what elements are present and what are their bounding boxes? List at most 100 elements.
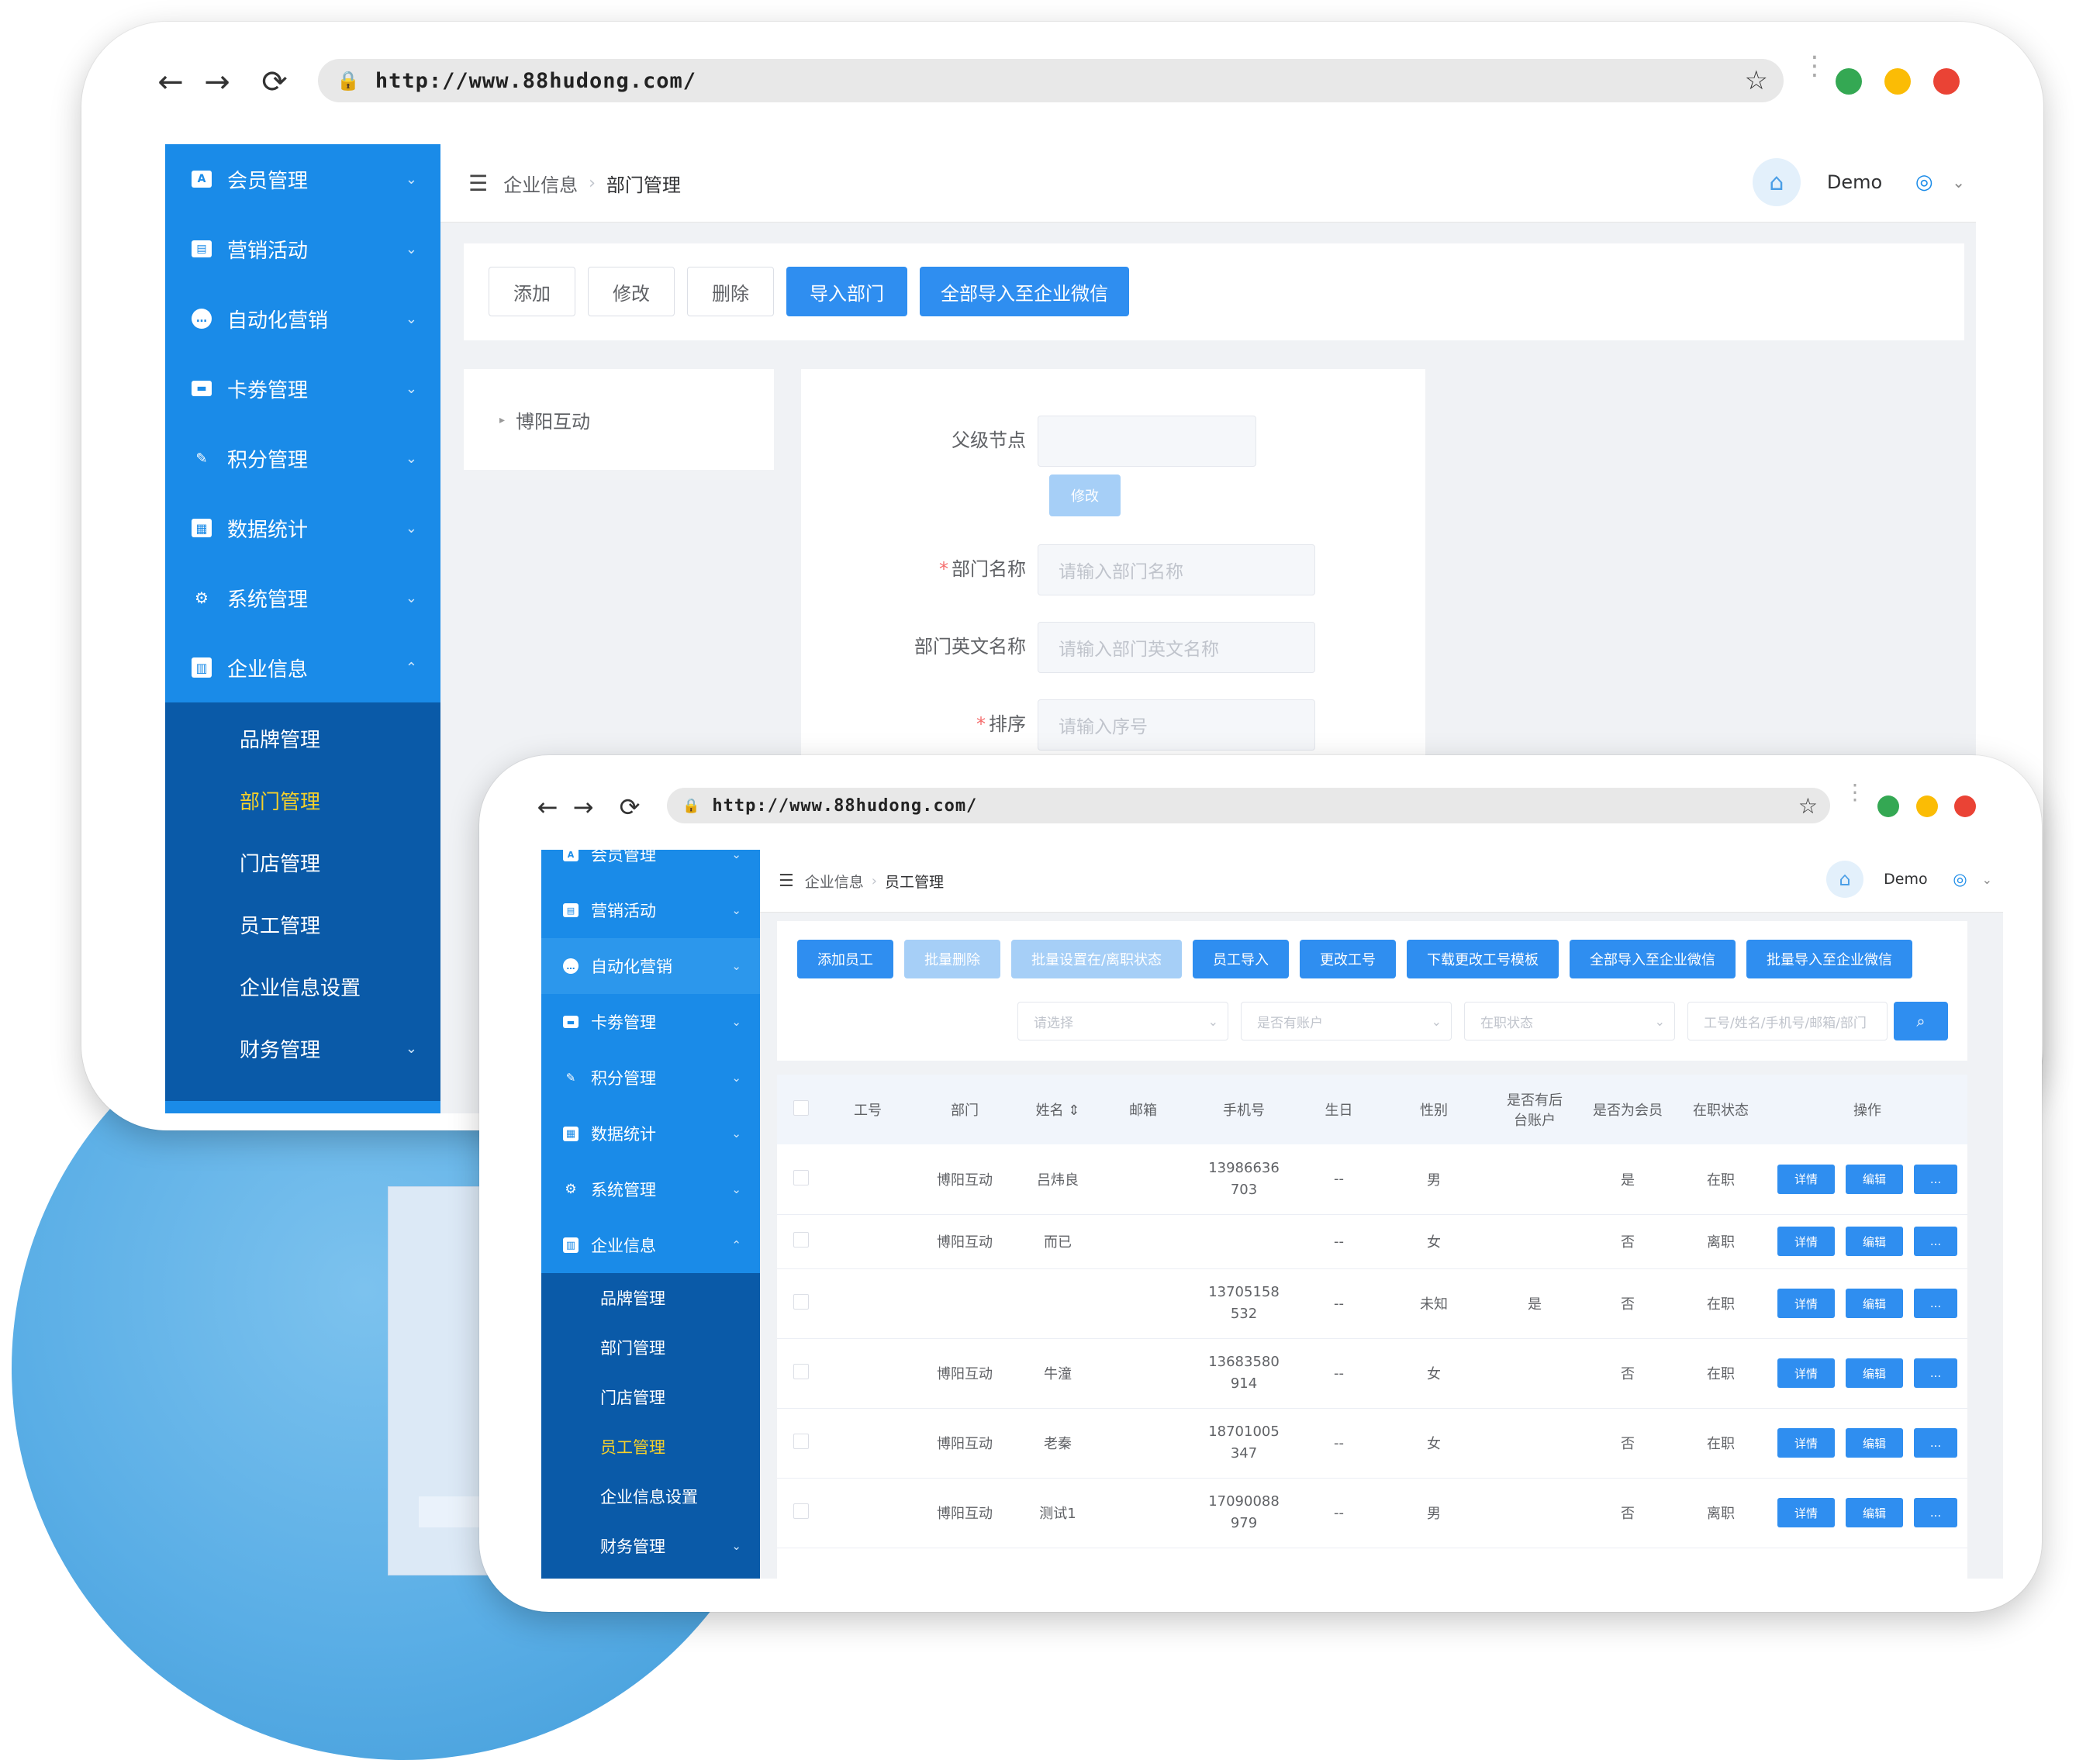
reload-icon[interactable]: ⟳ xyxy=(255,64,294,100)
detail-button[interactable]: 详情 xyxy=(1777,1358,1835,1388)
store-icon[interactable]: ⌂ xyxy=(1826,861,1864,898)
reload-icon[interactable]: ⟳ xyxy=(614,792,645,822)
sidebar-item-marketing[interactable]: ▤ 营销活动 ⌄ xyxy=(165,214,440,284)
sidebar-subitem-staff[interactable]: 员工管理 xyxy=(541,1422,760,1472)
delete-button[interactable]: 删除 xyxy=(687,267,774,316)
sidebar-subitem-dept[interactable]: 部门管理 xyxy=(165,769,440,831)
batch-import-wecom-button[interactable]: 批量导入至企业微信 xyxy=(1746,940,1912,978)
edit-button[interactable]: 编辑 xyxy=(1846,1289,1903,1318)
search-input[interactable]: 工号/姓名/手机号/邮箱/部门 xyxy=(1687,1002,1888,1040)
row-checkbox[interactable] xyxy=(793,1169,809,1185)
table-row[interactable]: 博阳互动 测试1 17090088979 -- 男 否离职 详情 编辑... xyxy=(777,1478,1967,1548)
more-menu-icon[interactable]: ⋮ xyxy=(1844,782,1866,803)
minimize-light[interactable] xyxy=(1916,795,1938,817)
row-select-cell[interactable] xyxy=(777,1338,825,1409)
batch-status-button[interactable]: 批量设置在/离职状态 xyxy=(1011,940,1182,978)
more-menu-icon[interactable]: ⋮ xyxy=(1801,53,1828,79)
status-select[interactable]: 在职状态 ⌄ xyxy=(1464,1002,1675,1040)
chevron-down-icon[interactable]: ⌄ xyxy=(1982,872,1992,887)
batch-delete-button[interactable]: 批量删除 xyxy=(904,940,1000,978)
more-button[interactable]: ... xyxy=(1914,1428,1957,1458)
row-checkbox[interactable] xyxy=(793,1232,809,1248)
detail-button[interactable]: 详情 xyxy=(1777,1498,1835,1527)
change-id-button[interactable]: 更改工号 xyxy=(1300,940,1396,978)
table-row[interactable]: 博阳互动 老秦 18701005347 -- 女 否在职 详情 编辑... xyxy=(777,1408,1967,1479)
dept-en-name-input[interactable]: 请输入部门英文名称 xyxy=(1038,622,1315,673)
row-select-cell[interactable] xyxy=(777,1144,825,1215)
has-account-select[interactable]: 是否有账户 ⌄ xyxy=(1241,1002,1452,1040)
forward-arrow-icon[interactable]: → xyxy=(198,64,237,100)
row-checkbox[interactable] xyxy=(793,1503,809,1519)
sidebar-item-stats[interactable]: ▦ 数据统计 ⌄ xyxy=(165,493,440,563)
sidebar-subitem-staff[interactable]: 员工管理 xyxy=(165,893,440,955)
edit-button[interactable]: 编辑 xyxy=(1846,1358,1903,1388)
sidebar-item-enterprise[interactable]: ▥ 企业信息 ⌃ xyxy=(541,1217,760,1273)
row-select-cell[interactable] xyxy=(777,1408,825,1479)
more-button[interactable]: ... xyxy=(1914,1498,1957,1527)
forward-arrow-icon[interactable]: → xyxy=(568,792,599,822)
breadcrumb-item[interactable]: 企业信息 xyxy=(805,871,864,892)
sidebar-item-member[interactable]: A 会员管理 ⌄ xyxy=(541,850,760,882)
table-row[interactable]: 13705158532 -- 未知是否在职 详情 编辑... xyxy=(777,1268,1967,1339)
maximize-light[interactable] xyxy=(1877,795,1899,817)
more-button[interactable]: ... xyxy=(1914,1164,1957,1194)
import-all-wecom-button[interactable]: 全部导入至企业微信 xyxy=(920,267,1129,316)
address-bar[interactable]: 🔒 http://www.88hudong.com/ ☆ xyxy=(667,788,1830,823)
sidebar-item-system[interactable]: ⚙ 系统管理 ⌄ xyxy=(165,563,440,633)
store-icon[interactable]: ⌂ xyxy=(1752,158,1801,206)
table-row[interactable]: 博阳互动 而已 -- 女 否离职 详情 编辑... xyxy=(777,1214,1967,1269)
table-row[interactable]: 博阳互动 吕炜良 13986636703 -- 男 是在职 详情 编辑... xyxy=(777,1144,1967,1215)
modify-parent-button[interactable]: 修改 xyxy=(1049,475,1121,516)
edit-button[interactable]: 编辑 xyxy=(1846,1164,1903,1194)
detail-button[interactable]: 详情 xyxy=(1777,1227,1835,1256)
sidebar-item-marketing[interactable]: ▤ 营销活动 ⌄ xyxy=(541,882,760,938)
more-button[interactable]: ... xyxy=(1914,1227,1957,1256)
sidebar-item-coupons[interactable]: ▬ 卡劵管理 ⌄ xyxy=(165,354,440,423)
bookmark-star-icon[interactable]: ☆ xyxy=(1798,793,1818,819)
sidebar-subitem-settings[interactable]: 企业信息设置 xyxy=(541,1472,760,1521)
sidebar-subitem-dept[interactable]: 部门管理 xyxy=(541,1323,760,1372)
dept-name-input[interactable]: 请输入部门名称 xyxy=(1038,544,1315,595)
edit-button[interactable]: 修改 xyxy=(588,267,675,316)
sidebar-item-points[interactable]: ✎ 积分管理 ⌄ xyxy=(165,423,440,493)
sidebar-item-stats[interactable]: ▦ 数据统计 ⌄ xyxy=(541,1106,760,1161)
sidebar-subitem-store[interactable]: 门店管理 xyxy=(165,831,440,893)
sidebar-item-points[interactable]: ✎ 积分管理 ⌄ xyxy=(541,1050,760,1106)
sidebar-subitem-settings[interactable]: 企业信息设置 xyxy=(165,955,440,1017)
detail-button[interactable]: 详情 xyxy=(1777,1428,1835,1458)
sidebar-item-system[interactable]: ⚙ 系统管理 ⌄ xyxy=(541,1161,760,1217)
minimize-light[interactable] xyxy=(1884,68,1911,95)
dept-select[interactable]: 请选择 ⌄ xyxy=(1017,1002,1228,1040)
sidebar-item-coupons[interactable]: ▬ 卡劵管理 ⌄ xyxy=(541,994,760,1050)
row-checkbox[interactable] xyxy=(793,1294,809,1310)
bookmark-star-icon[interactable]: ☆ xyxy=(1745,65,1768,96)
sidebar-subitem-brand[interactable]: 品牌管理 xyxy=(165,707,440,769)
menu-toggle-icon[interactable]: ☰ xyxy=(779,871,794,891)
download-template-button[interactable]: 下载更改工号模板 xyxy=(1407,940,1559,978)
more-button[interactable]: ... xyxy=(1914,1289,1957,1318)
sidebar-subitem-finance[interactable]: 财务管理 ⌄ xyxy=(541,1521,760,1571)
sidebar-subitem-finance[interactable]: 财务管理 ⌄ xyxy=(165,1017,440,1079)
detail-button[interactable]: 详情 xyxy=(1777,1164,1835,1194)
sidebar-item-automation[interactable]: … 自动化营销 ⌄ xyxy=(541,938,760,994)
sidebar-subitem-brand[interactable]: 品牌管理 xyxy=(541,1273,760,1323)
add-staff-button[interactable]: 添加员工 xyxy=(797,940,893,978)
search-button[interactable]: ⌕ xyxy=(1894,1002,1948,1040)
detail-button[interactable]: 详情 xyxy=(1777,1289,1835,1318)
back-arrow-icon[interactable]: ← xyxy=(151,64,190,100)
parent-node-input[interactable] xyxy=(1038,416,1256,467)
edit-button[interactable]: 编辑 xyxy=(1846,1428,1903,1458)
close-light[interactable] xyxy=(1933,68,1960,95)
edit-button[interactable]: 编辑 xyxy=(1846,1227,1903,1256)
row-checkbox[interactable] xyxy=(793,1364,809,1379)
sidebar-item-member[interactable]: A 会员管理 ⌄ xyxy=(165,144,440,214)
user-name[interactable]: Demo xyxy=(1884,871,1927,888)
more-button[interactable]: ... xyxy=(1914,1358,1957,1388)
chevron-down-icon[interactable]: ⌄ xyxy=(1952,173,1965,192)
sidebar-subitem-store[interactable]: 门店管理 xyxy=(541,1372,760,1422)
sort-input[interactable]: 请输入序号 xyxy=(1038,699,1315,751)
tree-node[interactable]: ▸ 博阳互动 xyxy=(499,406,590,433)
import-staff-button[interactable]: 员工导入 xyxy=(1193,940,1289,978)
menu-toggle-icon[interactable]: ☰ xyxy=(468,171,488,196)
sidebar-item-enterprise[interactable]: ▥ 企业信息 ⌃ xyxy=(165,633,440,702)
